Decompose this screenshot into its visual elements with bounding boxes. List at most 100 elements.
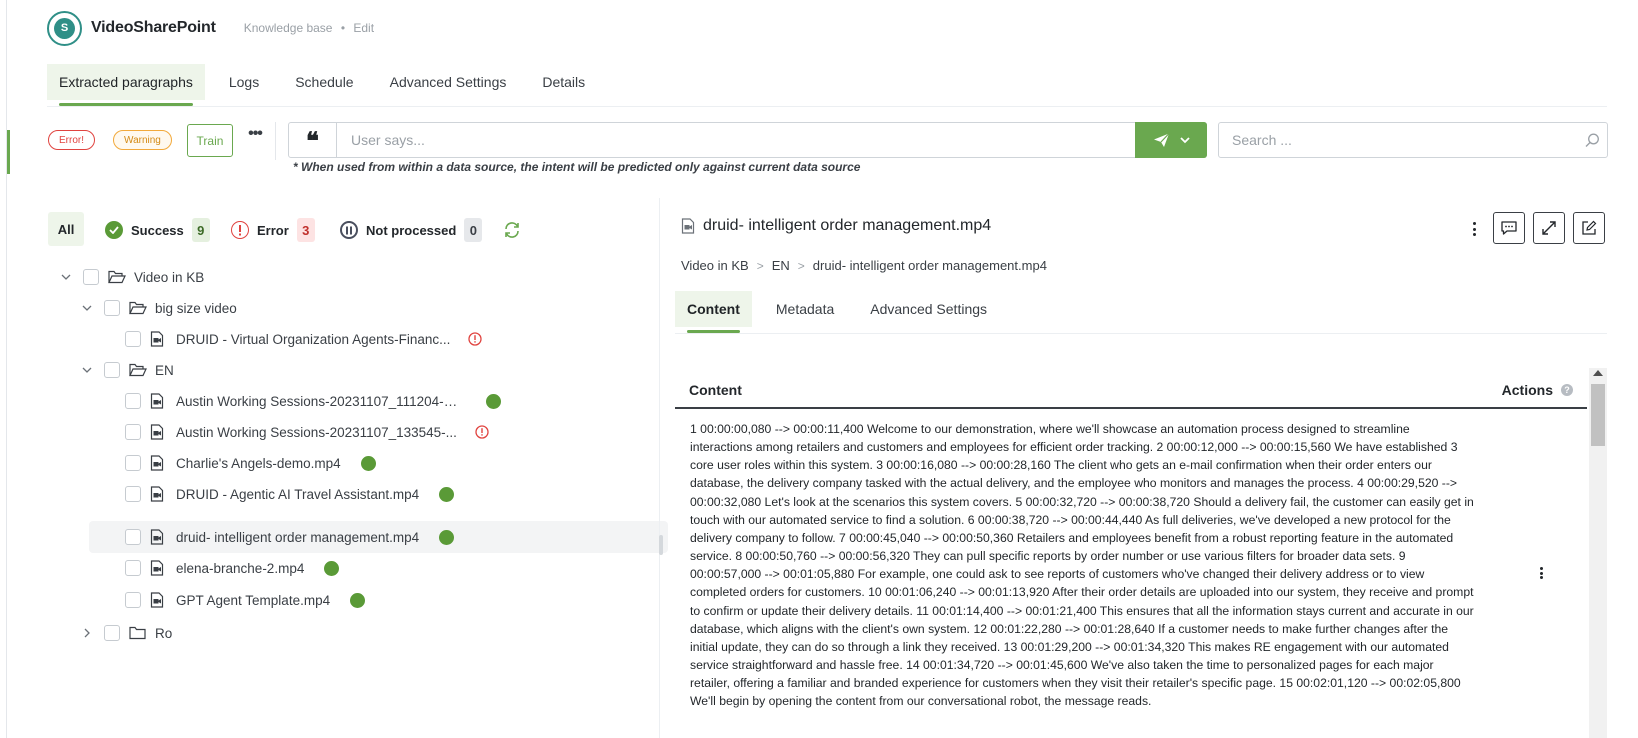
breadcrumb: Knowledge base • Edit bbox=[244, 21, 374, 35]
tree-folder-big-size-video[interactable]: big size video bbox=[80, 293, 237, 323]
row-actions-kebab-icon[interactable] bbox=[1539, 567, 1543, 579]
tree-file[interactable]: DRUID - Virtual Organization Agents-Fina… bbox=[125, 324, 483, 354]
tree-file[interactable]: Charlie's Angels-demo.mp4 bbox=[125, 448, 376, 478]
tree-checkbox[interactable] bbox=[125, 486, 141, 502]
quote-icon[interactable]: ❝ bbox=[289, 123, 337, 157]
tab-logs[interactable]: Logs bbox=[217, 64, 271, 100]
search-input[interactable] bbox=[1219, 132, 1577, 148]
error-pill[interactable]: Error! bbox=[48, 130, 95, 150]
tree-checkbox[interactable] bbox=[125, 560, 141, 576]
tab-content[interactable]: Content bbox=[675, 291, 752, 333]
header: S VideoSharePoint Knowledge base • Edit bbox=[7, 0, 1638, 56]
edit-button[interactable] bbox=[1573, 212, 1605, 244]
crumb-en[interactable]: EN bbox=[772, 258, 790, 273]
tree-checkbox[interactable] bbox=[125, 424, 141, 440]
tab-schedule[interactable]: Schedule bbox=[283, 64, 365, 100]
document-breadcrumb: Video in KB > EN > druid- intelligent or… bbox=[681, 258, 1047, 273]
tree-file-selected[interactable]: druid- intelligent order management.mp4 bbox=[89, 521, 668, 553]
file-video-icon bbox=[150, 486, 168, 502]
scrollbar-thumb[interactable] bbox=[1591, 384, 1605, 446]
tree-checkbox[interactable] bbox=[125, 455, 141, 471]
content-column-header: Content bbox=[689, 382, 742, 398]
user-says-input[interactable] bbox=[337, 123, 1135, 157]
tab-doc-advanced-settings[interactable]: Advanced Settings bbox=[858, 291, 999, 327]
send-button[interactable] bbox=[1135, 122, 1207, 158]
tree-checkbox[interactable] bbox=[125, 331, 141, 347]
tree-file[interactable]: Austin Working Sessions-20231107_111204-… bbox=[125, 386, 501, 416]
filter-all[interactable]: All bbox=[48, 212, 84, 246]
expand-icon bbox=[1542, 221, 1556, 235]
check-circle-icon bbox=[105, 221, 123, 239]
tree-file[interactable]: DRUID - Agentic AI Travel Assistant.mp4 bbox=[125, 479, 455, 509]
search-icon[interactable] bbox=[1577, 133, 1607, 148]
user-says-box: ❝ bbox=[288, 122, 1207, 158]
tree-checkbox[interactable] bbox=[125, 529, 141, 545]
success-status-dot bbox=[439, 529, 455, 545]
expand-button[interactable] bbox=[1533, 212, 1565, 244]
tree-checkbox[interactable] bbox=[125, 592, 141, 608]
crumb-video-in-kb[interactable]: Video in KB bbox=[681, 258, 749, 273]
tree-label: EN bbox=[155, 362, 174, 378]
tree-label: Charlie's Angels-demo.mp4 bbox=[176, 455, 341, 471]
tree-label: druid- intelligent order management.mp4 bbox=[176, 529, 420, 545]
not-processed-count: 0 bbox=[464, 218, 483, 242]
comment-button[interactable] bbox=[1493, 212, 1525, 244]
edit-icon bbox=[1582, 220, 1597, 235]
breadcrumb-section[interactable]: Knowledge base bbox=[244, 21, 333, 35]
alert-circle-icon bbox=[468, 332, 483, 346]
tab-details[interactable]: Details bbox=[530, 64, 597, 100]
filter-not-processed[interactable]: Not processed 0 bbox=[340, 218, 483, 242]
file-video-icon bbox=[150, 424, 168, 440]
panel-splitter[interactable] bbox=[659, 198, 660, 738]
success-status-dot bbox=[486, 393, 501, 409]
kebab-icon[interactable] bbox=[1471, 222, 1477, 236]
filter-not-processed-label: Not processed bbox=[366, 222, 457, 238]
content-scrollbar[interactable] bbox=[1589, 368, 1607, 738]
side-accent bbox=[7, 130, 10, 174]
tab-advanced-settings[interactable]: Advanced Settings bbox=[378, 64, 519, 100]
filter-success-label: Success bbox=[131, 222, 184, 238]
chevron-down-icon[interactable] bbox=[80, 301, 94, 315]
tree-file[interactable]: Austin Working Sessions-20231107_133545-… bbox=[125, 417, 489, 447]
file-video-icon bbox=[150, 331, 168, 347]
tree-folder-en[interactable]: EN bbox=[80, 355, 174, 385]
tree-checkbox[interactable] bbox=[104, 362, 120, 378]
tree-file[interactable]: GPT Agent Template.mp4 bbox=[125, 585, 366, 615]
tree-label: DRUID - Agentic AI Travel Assistant.mp4 bbox=[176, 486, 420, 502]
chevron-down-icon[interactable] bbox=[80, 363, 94, 377]
tab-metadata[interactable]: Metadata bbox=[764, 291, 846, 327]
warning-pill[interactable]: Warning bbox=[113, 130, 172, 150]
tree-folder-ro[interactable]: Ro bbox=[80, 618, 172, 648]
help-icon[interactable]: ? bbox=[1561, 384, 1573, 396]
train-button[interactable]: Train bbox=[187, 124, 233, 157]
document-tabs: Content Metadata Advanced Settings bbox=[675, 291, 1011, 333]
more-options-button[interactable]: ••• bbox=[245, 124, 265, 144]
search-box bbox=[1218, 122, 1608, 158]
tree-checkbox[interactable] bbox=[104, 300, 120, 316]
folder-open-icon bbox=[129, 300, 147, 316]
actions-header-label: Actions bbox=[1501, 382, 1553, 398]
error-count: 3 bbox=[296, 218, 315, 242]
crumb-separator: > bbox=[797, 258, 805, 273]
content-table-header: Content Actions ? bbox=[675, 373, 1587, 409]
tree-label: Ro bbox=[155, 625, 173, 641]
chevron-right-icon[interactable] bbox=[80, 626, 94, 640]
filter-success[interactable]: Success 9 bbox=[105, 218, 210, 242]
file-video-icon bbox=[150, 529, 168, 545]
tree-label: GPT Agent Template.mp4 bbox=[176, 592, 331, 608]
tab-extracted-paragraphs[interactable]: Extracted paragraphs bbox=[47, 64, 205, 106]
filter-error-label: Error bbox=[257, 222, 289, 238]
tree-folder-video-in-kb[interactable]: Video in KB bbox=[59, 262, 204, 292]
tree-label: elena-branche-2.mp4 bbox=[176, 560, 305, 576]
chevron-down-icon[interactable] bbox=[59, 270, 73, 284]
scroll-up-icon[interactable] bbox=[1593, 370, 1603, 376]
filter-error[interactable]: Error 3 bbox=[231, 218, 315, 242]
tree-file[interactable]: elena-branche-2.mp4 bbox=[125, 553, 340, 583]
tree-checkbox[interactable] bbox=[83, 269, 99, 285]
refresh-icon[interactable] bbox=[503, 221, 521, 239]
tree-checkbox[interactable] bbox=[125, 393, 141, 409]
folder-open-icon bbox=[129, 362, 147, 378]
breadcrumb-action: Edit bbox=[353, 21, 375, 35]
tree-checkbox[interactable] bbox=[104, 625, 120, 641]
splitter-handle[interactable] bbox=[659, 535, 663, 555]
